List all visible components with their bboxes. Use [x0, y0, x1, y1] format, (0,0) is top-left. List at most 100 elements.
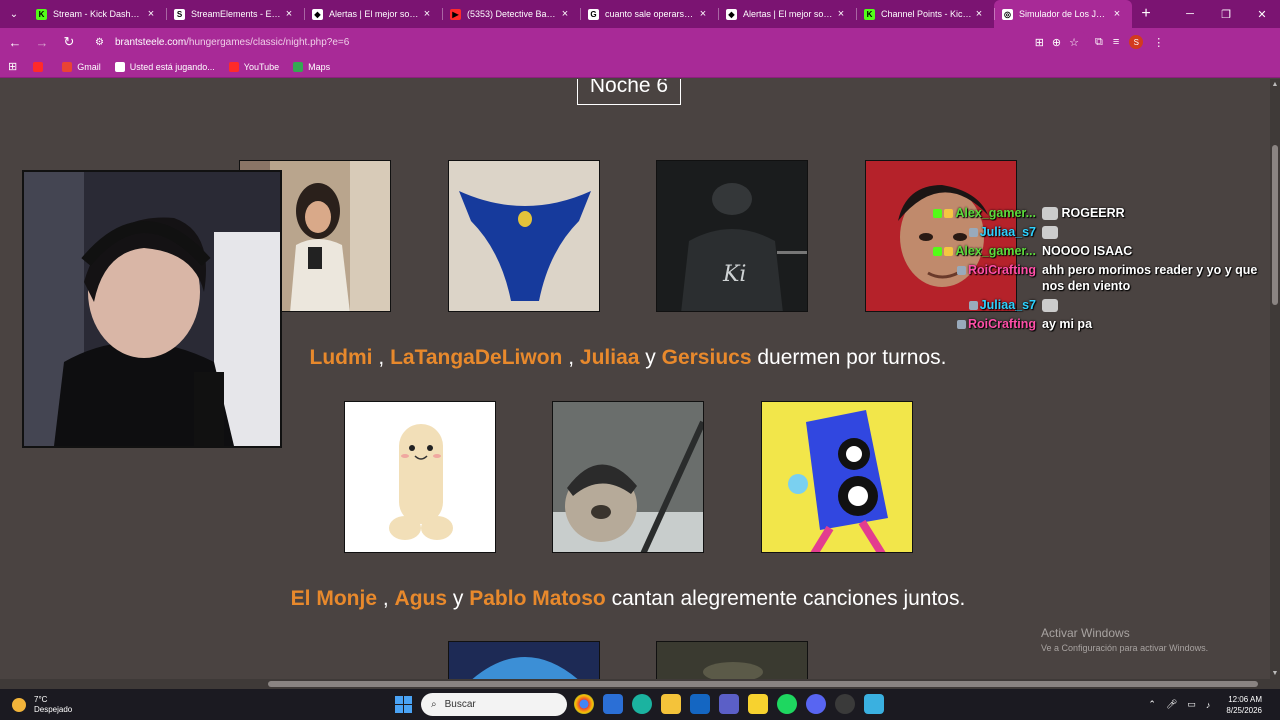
vertical-scrollbar[interactable]: ▲ ▼: [1270, 79, 1280, 679]
zoom-icon[interactable]: ⊕: [1052, 36, 1061, 49]
browser-tab[interactable]: ◆ Alertas | El mejor software×: [304, 0, 442, 28]
outlook-icon[interactable]: [690, 694, 710, 714]
separator: y: [645, 346, 656, 369]
tribute-avatar: [448, 641, 600, 679]
obs-icon[interactable]: [835, 694, 855, 714]
emote-icon: [1042, 226, 1058, 240]
tribute-name: El Monje: [290, 587, 378, 610]
tab-close-icon[interactable]: ×: [558, 8, 572, 20]
chrome-icon[interactable]: [574, 694, 594, 714]
tab-title: StreamElements - Elemen: [191, 9, 282, 19]
store-icon[interactable]: [603, 694, 623, 714]
moon-icon: [12, 697, 26, 712]
tab-close-icon[interactable]: ×: [834, 8, 848, 20]
close-window-icon[interactable]: ✕: [1244, 0, 1280, 28]
bookmark-item[interactable]: Gmail: [62, 61, 101, 72]
chevron-up-icon[interactable]: ⌃: [1148, 699, 1156, 710]
tab-close-icon[interactable]: ×: [144, 8, 158, 20]
browser-tab[interactable]: ◆ Alertas | El mejor software×: [718, 0, 856, 28]
tab-close-icon[interactable]: ×: [972, 8, 986, 20]
bookmark-item[interactable]: [33, 61, 48, 72]
start-button[interactable]: [395, 696, 412, 713]
bookmark-item[interactable]: YouTube: [228, 61, 279, 72]
tribute-avatar: Ki: [656, 160, 808, 312]
bookmark-item[interactable]: Maps: [293, 61, 330, 72]
sticky-notes-icon[interactable]: [748, 694, 768, 714]
restore-icon[interactable]: ❐: [1208, 0, 1244, 28]
site-info-icon[interactable]: ⚙: [95, 37, 109, 48]
profile-avatar[interactable]: S: [1129, 35, 1144, 49]
new-tab-button[interactable]: +: [1132, 0, 1160, 28]
emote-icon: [1042, 299, 1058, 313]
translate-icon[interactable]: ⊞: [1035, 36, 1044, 49]
edge-icon[interactable]: [632, 694, 652, 714]
weather-temp: 7°C: [34, 694, 48, 704]
browser-tab[interactable]: ◎ Simulador de Los Juegos×: [994, 0, 1132, 28]
tab-title: cuanto sale operarse de la: [605, 9, 696, 19]
tab-close-icon[interactable]: ×: [420, 8, 434, 20]
menu-icon[interactable]: ⋮: [1153, 36, 1164, 49]
tribute-avatar: [552, 401, 704, 553]
chat-message: Alex_gamer... NOOOO ISAAC: [902, 243, 1272, 259]
file-explorer-icon[interactable]: [661, 694, 681, 714]
separator: y: [452, 587, 464, 610]
clock[interactable]: 12:06 AM 8/25/2026: [1226, 694, 1262, 716]
horizontal-scrollbar[interactable]: [0, 679, 1280, 689]
badge-icon: [956, 320, 966, 330]
address-bar[interactable]: ⚙ brantsteele.com/hungergames/classic/ni…: [89, 31, 1089, 53]
discord-icon[interactable]: [806, 694, 826, 714]
media-icon[interactable]: ≡: [1113, 36, 1119, 48]
browser-tab[interactable]: S StreamElements - Elemen×: [166, 0, 304, 28]
spotify-icon[interactable]: [777, 694, 797, 714]
tribute-name: Juliaa: [579, 346, 640, 369]
tribute-avatar: [448, 160, 600, 312]
bookmark-star-icon[interactable]: ☆: [1069, 36, 1079, 49]
tab-close-icon[interactable]: ×: [1110, 8, 1124, 20]
chat-username-text: Alex_gamer...: [955, 244, 1036, 258]
tab-favicon-icon: K: [864, 8, 875, 20]
forward-button[interactable]: →: [30, 30, 54, 54]
tab-close-icon[interactable]: ×: [282, 8, 296, 20]
browser-tab[interactable]: ▶ (5353) Detective Backgrou×: [442, 0, 580, 28]
display-icon[interactable]: ▭: [1187, 699, 1196, 710]
minimize-icon[interactable]: ─: [1172, 0, 1208, 28]
bookmark-label: Usted está jugando...: [129, 61, 215, 72]
back-button[interactable]: ←: [3, 30, 27, 54]
chat-username: Juliaa_s7: [902, 297, 1042, 313]
scroll-up-icon[interactable]: ▲: [1270, 81, 1280, 88]
tab-close-icon[interactable]: ×: [696, 8, 710, 20]
tab-title: (5353) Detective Backgrou: [467, 9, 558, 19]
weather-condition: Despejado: [34, 704, 73, 714]
microphone-icon[interactable]: 🎤︎: [1166, 699, 1177, 710]
bookmark-icon: [33, 61, 44, 72]
volume-icon[interactable]: ♪: [1206, 700, 1211, 710]
taskbar-search[interactable]: ⌕ Buscar: [421, 693, 567, 716]
badge-icon: [968, 228, 978, 238]
browser-tab[interactable]: K Stream - Kick Dashboard ×: [28, 0, 166, 28]
chat-username: Juliaa_s7: [902, 224, 1042, 240]
scrollbar-thumb[interactable]: [1272, 145, 1278, 305]
tab-bar: ⌄ K Stream - Kick Dashboard × S StreamElemen…: [0, 0, 1280, 28]
browser-tab[interactable]: Gcuanto sale operarse de la×: [580, 0, 718, 28]
chat-username: RoiCrafting: [902, 316, 1042, 332]
teams-icon[interactable]: [719, 694, 739, 714]
chat-message-text: ay mi pa: [1042, 317, 1093, 331]
reload-button[interactable]: ↻: [57, 30, 81, 54]
event-action: cantan alegremente canciones juntos.: [611, 587, 966, 610]
app-icon[interactable]: [864, 694, 884, 714]
apps-grid-icon[interactable]: ⊞: [8, 60, 17, 73]
weather-widget[interactable]: 7°C Despejado: [12, 695, 72, 715]
url-path: /hungergames/classic/night.php?e=6: [186, 36, 350, 48]
browser-tab[interactable]: K Channel Points - Kick Da ×: [856, 0, 994, 28]
clock-time: 12:06 AM: [1228, 694, 1262, 704]
event-action: duermen por turnos.: [757, 346, 947, 369]
separator: ,: [378, 346, 385, 369]
svg-text:Ki: Ki: [722, 262, 746, 287]
chat-message-text: NOOOO ISAAC: [1042, 244, 1133, 258]
extensions-icon[interactable]: ⧉: [1095, 36, 1103, 49]
watermark-title: Activar Windows: [1041, 626, 1130, 640]
scroll-down-icon[interactable]: ▼: [1270, 670, 1280, 677]
scrollbar-thumb[interactable]: [268, 681, 1258, 687]
bookmark-item[interactable]: Usted está jugando...: [114, 61, 215, 72]
tab-search-button[interactable]: ⌄: [0, 0, 28, 28]
